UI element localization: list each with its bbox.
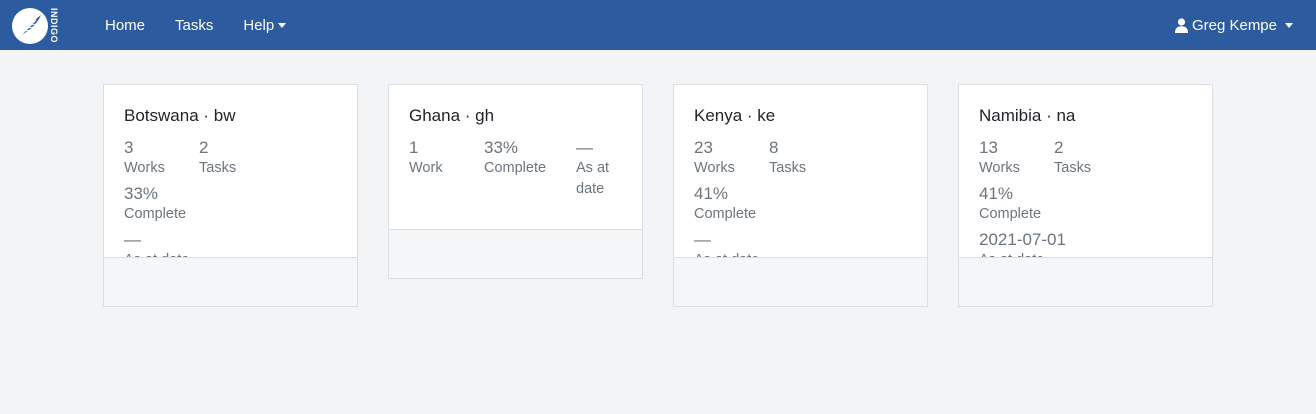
card-title[interactable]: Ghana · gh [409, 106, 622, 126]
country-card-botswana[interactable]: Botswana · bw 3 Works 2 Tasks 33% Comple… [103, 84, 358, 307]
nav-help-label: Help [243, 16, 275, 34]
tasks-value: 8 [769, 138, 779, 157]
complete-label: Complete [694, 206, 757, 222]
complete-value: 33% [124, 184, 159, 203]
tasks-stat: 8 Tasks [769, 138, 844, 179]
works-value: 23 [694, 138, 713, 157]
nav-help-dropdown[interactable]: Help [243, 16, 287, 34]
tasks-label: Tasks [1054, 160, 1092, 176]
tasks-stat: 2 Tasks [199, 138, 274, 179]
nav-links: Home Tasks Help [105, 0, 287, 50]
works-value: 13 [979, 138, 998, 157]
logo-text: INDIGO [49, 8, 59, 44]
complete-label: Complete [124, 206, 187, 222]
tasks-value: 2 [199, 138, 209, 157]
works-value: 1 [409, 138, 419, 157]
complete-value: 41% [979, 184, 1014, 203]
chevron-down-icon [278, 23, 287, 28]
works-label: Works [979, 160, 1020, 176]
card-footer [674, 257, 927, 306]
works-label: Work [409, 160, 443, 176]
complete-stat: 33% Complete [484, 138, 576, 200]
nav-tasks-link[interactable]: Tasks [175, 17, 213, 34]
works-stat: 23 Works [694, 138, 769, 179]
works-label: Works [124, 160, 165, 176]
complete-value: 33% [484, 138, 519, 157]
complete-stat: 33% Complete [124, 184, 199, 225]
card-footer [959, 257, 1212, 306]
user-icon [1174, 17, 1188, 33]
complete-label: Complete [484, 160, 547, 176]
card-footer [104, 257, 357, 306]
date-value: — [576, 138, 593, 157]
feather-icon [12, 8, 48, 44]
nav-home-link[interactable]: Home [105, 17, 145, 34]
top-navbar: INDIGO Home Tasks Help Greg Kempe [0, 0, 1316, 50]
indigo-logo[interactable]: INDIGO [12, 5, 64, 47]
works-stat: 13 Works [979, 138, 1054, 179]
tasks-label: Tasks [769, 160, 807, 176]
works-stat: 3 Works [124, 138, 199, 179]
complete-label: Complete [979, 206, 1042, 222]
works-value: 3 [124, 138, 134, 157]
card-title[interactable]: Namibia · na [979, 106, 1192, 126]
card-title[interactable]: Kenya · ke [694, 106, 907, 126]
date-value: 2021-07-01 [979, 230, 1066, 249]
card-footer [389, 229, 642, 278]
tasks-stat: 2 Tasks [1054, 138, 1129, 179]
date-label: As at date [576, 160, 610, 197]
country-card-ghana[interactable]: Ghana · gh 1 Work 33% Complete — As at d… [388, 84, 643, 279]
complete-stat: 41% Complete [694, 184, 769, 225]
date-stat: — As at date [576, 138, 621, 200]
country-card-namibia[interactable]: Namibia · na 13 Works 2 Tasks 41% Comple… [958, 84, 1213, 307]
tasks-label: Tasks [199, 160, 237, 176]
works-label: Works [694, 160, 735, 176]
date-value: — [124, 230, 141, 249]
user-name: Greg Kempe [1191, 16, 1277, 34]
card-title[interactable]: Botswana · bw [124, 106, 337, 126]
user-menu-dropdown[interactable]: Greg Kempe [1174, 0, 1293, 50]
date-value: — [694, 230, 711, 249]
complete-stat: 41% Complete [979, 184, 1054, 225]
complete-value: 41% [694, 184, 729, 203]
country-card-kenya[interactable]: Kenya · ke 23 Works 8 Tasks 41% Complete… [673, 84, 928, 307]
tasks-value: 2 [1054, 138, 1064, 157]
works-stat: 1 Work [409, 138, 484, 200]
chevron-down-icon [1285, 23, 1293, 28]
